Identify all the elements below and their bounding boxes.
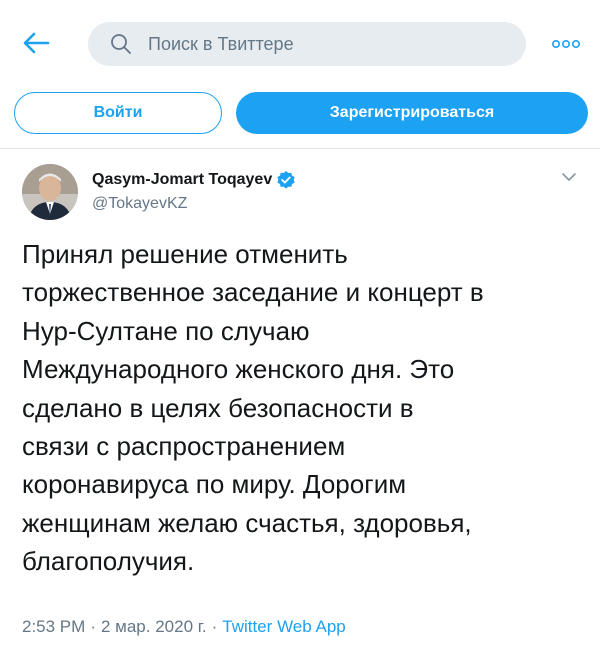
- tweet-date[interactable]: 2 мар. 2020 г.: [101, 617, 207, 637]
- login-button[interactable]: Войти: [14, 92, 222, 134]
- back-button[interactable]: [18, 28, 54, 58]
- author-name-text: Qasym-Jomart Toqayev: [92, 171, 273, 188]
- chevron-down-icon: [562, 173, 576, 181]
- avatar[interactable]: [22, 164, 78, 220]
- tweet-text: Принял решение отменить торжественное за…: [22, 239, 484, 577]
- meta-separator: ·: [90, 617, 96, 636]
- signup-button[interactable]: Зарегистрироваться: [236, 92, 588, 134]
- more-dots-icon: [551, 39, 580, 49]
- tweet-source-link[interactable]: Twitter Web App: [222, 617, 345, 637]
- meta-separator-2: ·: [211, 617, 218, 636]
- search-input[interactable]: [148, 33, 478, 55]
- tweet-meta: 2:53 PM · 2 мар. 2020 г. · Twitter Web A…: [22, 617, 346, 637]
- tweet-menu-button[interactable]: [558, 168, 580, 186]
- auth-buttons: Войти Зарегистрироваться: [0, 92, 600, 138]
- tweet-time[interactable]: 2:53 PM: [22, 617, 85, 637]
- verified-badge-icon: [276, 170, 296, 190]
- more-button[interactable]: [548, 32, 584, 56]
- search-icon: [110, 33, 132, 55]
- arrow-left-icon: [23, 32, 50, 54]
- author-name[interactable]: Qasym-Jomart Toqayev: [92, 170, 296, 190]
- author-handle[interactable]: @TokayevKZ: [92, 195, 187, 213]
- divider: [0, 148, 600, 149]
- top-bar: [0, 0, 600, 86]
- search-box[interactable]: [88, 22, 526, 66]
